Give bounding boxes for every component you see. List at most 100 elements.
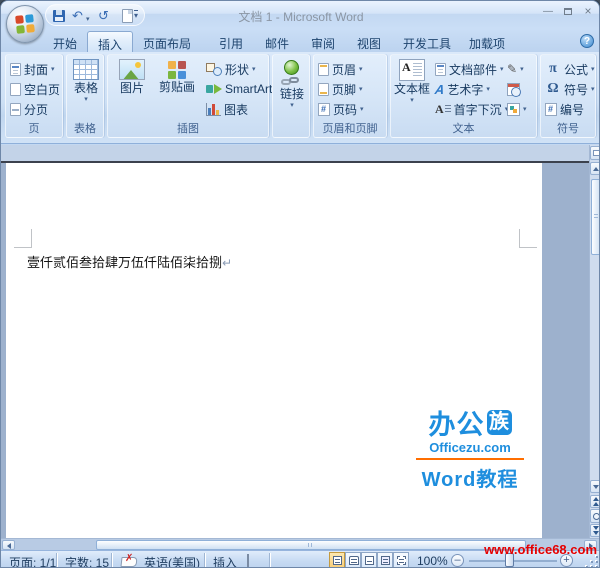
select-browse-object-button[interactable] (590, 509, 599, 523)
group-label-illustrations: 插图 (177, 123, 199, 135)
group-header-footer: 页眉 ▾ 页脚 ▾ # 页码 ▾ 页眉和页脚 (313, 54, 387, 138)
signature-line-button[interactable]: ✎ ▾ (507, 60, 524, 78)
office-button[interactable] (6, 5, 44, 43)
number-button[interactable]: # 编号 (545, 100, 584, 118)
drop-cap-button[interactable]: A 首字下沉▾ (435, 100, 508, 118)
tab-page-layout[interactable]: 页面布局 (133, 31, 201, 52)
resize-grip[interactable] (586, 556, 598, 567)
links-button[interactable]: 链接 ▾ (272, 58, 312, 120)
group-label-text: 文本 (452, 123, 475, 135)
quick-parts-icon (435, 62, 446, 76)
qat-customize-caret[interactable]: ▾ (134, 10, 139, 20)
logo-subtitle: Word教程 (421, 469, 519, 491)
minimize-button[interactable]: — (541, 6, 555, 18)
ruler-toggle-button[interactable] (590, 146, 599, 160)
undo-dropdown-caret[interactable]: ▾ (86, 12, 90, 27)
close-button[interactable]: × (581, 5, 595, 18)
dropdown-caret-icon: ▾ (500, 66, 504, 73)
object-button[interactable]: ▾ (507, 100, 527, 118)
textbox-button[interactable]: A 文本框 ▾ (393, 58, 431, 120)
tab-review[interactable]: 审阅 (301, 31, 345, 52)
dropdown-caret-icon: ▾ (359, 66, 363, 73)
vertical-scroll-thumb[interactable] (591, 179, 599, 255)
group-symbols: π 公式 ▾ Ω 符号 ▾ # 编号 符号 (540, 54, 596, 138)
cover-page-icon (10, 62, 21, 76)
dropdown-caret-icon: ▾ (591, 66, 595, 73)
quick-parts-button[interactable]: 文档部件 ▾ (435, 60, 504, 78)
header-button[interactable]: 页眉 ▾ (318, 60, 363, 78)
group-label-header-footer: 页眉和页脚 (322, 123, 378, 135)
blank-page-icon (10, 82, 21, 96)
clipart-button[interactable]: 剪贴画 (154, 58, 200, 120)
page-number-button[interactable]: # 页码 ▾ (318, 100, 364, 118)
shapes-button[interactable]: 形状 ▾ (206, 60, 256, 78)
page-break-button[interactable]: 分页 (10, 100, 48, 118)
footer-icon (318, 82, 329, 96)
document-text[interactable]: 壹仟贰佰叁拾肆万伍仟陆佰柒拾捌↵ (27, 252, 232, 271)
next-page-button[interactable] (590, 524, 599, 537)
wordart-button[interactable]: A 艺术字 ▾ (434, 80, 490, 98)
logo-text: 办公 (428, 410, 485, 440)
number-icon: # (545, 102, 557, 116)
group-pages: 封面 ▾ 空白页 分页 页 (5, 54, 63, 138)
tab-references[interactable]: 引用 (209, 31, 253, 52)
scroll-down-button[interactable] (590, 480, 599, 493)
dropdown-caret-icon: ▾ (360, 106, 364, 113)
document-top-strip (1, 145, 589, 161)
tab-insert[interactable]: 插入 (87, 31, 134, 52)
redo-icon[interactable]: ↺ (98, 8, 109, 23)
dropdown-caret-icon: ▾ (486, 86, 490, 93)
dropdown-caret-icon: ▾ (290, 102, 294, 109)
document-area: 壹仟贰佰叁拾肆万伍仟陆佰柒拾捌↵ 办公 族 Officezu.com Word教… (1, 145, 589, 538)
tab-home[interactable]: 开始 (43, 31, 87, 52)
picture-button[interactable]: 图片 (112, 58, 152, 120)
up-arrow-icon (593, 167, 599, 171)
save-icon[interactable] (53, 10, 65, 22)
vertical-scrollbar[interactable] (589, 145, 599, 538)
smartart-button[interactable]: SmartArt (206, 80, 272, 98)
group-label-tables: 表格 (74, 123, 96, 135)
logo-url: Officezu.com (429, 440, 511, 455)
group-links: 链接 ▾ (272, 54, 310, 138)
dropdown-caret-icon: ▾ (51, 66, 55, 73)
equation-button[interactable]: π 公式 ▾ (545, 60, 595, 78)
document-page[interactable]: 壹仟贰佰叁拾肆万伍仟陆佰柒拾捌↵ 办公 族 Officezu.com Word教… (6, 163, 542, 538)
cover-page-button[interactable]: 封面 ▾ (10, 60, 55, 78)
table-icon (73, 59, 99, 80)
blank-page-button[interactable]: 空白页 (10, 80, 60, 98)
dropdown-caret-icon: ▾ (523, 106, 527, 113)
header-icon (318, 62, 329, 76)
logo-badge: 族 (486, 410, 512, 435)
smartart-icon (206, 83, 222, 95)
office-logo-icon (15, 14, 35, 34)
word-window: 文档 1 - Microsoft Word ↶ ▾ ↺ ▾ — × 开始 插入 … (0, 0, 600, 568)
quick-access-toolbar: ↶ ▾ ↺ (45, 4, 145, 26)
symbol-button[interactable]: Ω 符号 ▾ (545, 80, 594, 98)
dropdown-caret-icon: ▾ (410, 97, 414, 104)
tab-addins[interactable]: 加载项 (459, 31, 515, 52)
group-text: A 文本框 ▾ 文档部件▾ A 艺术字▾ A 首字下沉▾ ✎ ▾ (390, 54, 537, 138)
office68-watermark-url: www.office68.com (484, 542, 597, 557)
pi-icon: π (549, 61, 557, 76)
help-icon[interactable]: ? (580, 34, 594, 48)
margin-crop-mark-right (519, 229, 537, 248)
group-tables: 表格 ▾ 表格 (66, 54, 104, 138)
dropdown-caret-icon: ▾ (520, 66, 524, 73)
scroll-up-button[interactable] (590, 162, 599, 175)
title-bar: 文档 1 - Microsoft Word ↶ ▾ ↺ ▾ — × (1, 1, 599, 29)
tab-view[interactable]: 视图 (347, 31, 391, 52)
table-button[interactable]: 表格 ▾ (66, 58, 106, 120)
page-number-icon: # (318, 102, 330, 116)
tab-mailings[interactable]: 邮件 (255, 31, 299, 52)
omega-icon: Ω (547, 81, 559, 96)
browse-object-icon (592, 513, 599, 520)
chart-button[interactable]: 图表 (206, 100, 248, 118)
previous-page-button[interactable] (590, 495, 599, 508)
tab-developer[interactable]: 开发工具 (393, 31, 461, 52)
footer-button[interactable]: 页脚 ▾ (318, 80, 363, 98)
date-time-button[interactable] (507, 80, 521, 98)
maximize-button[interactable] (561, 6, 575, 18)
picture-icon (119, 59, 145, 80)
new-document-icon[interactable] (122, 9, 133, 23)
undo-icon[interactable]: ↶ (72, 8, 83, 23)
